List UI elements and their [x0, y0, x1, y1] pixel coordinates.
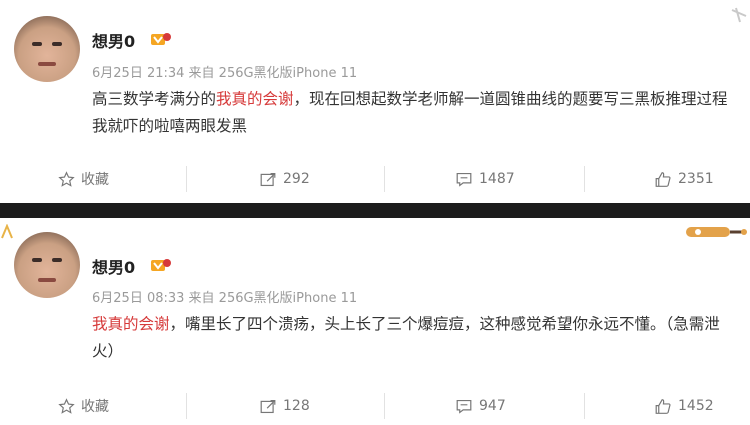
comment-button[interactable]: 947 — [455, 389, 506, 423]
divider — [584, 393, 585, 419]
avatar-mouth — [38, 62, 56, 66]
post-content: 高三数学考满分的我真的会谢，现在回想起数学老师解一道圆锥曲线的题要写三黑板推理过… — [92, 86, 742, 140]
post-content: 我真的会谢，嘴里长了四个溃疡，头上长了三个爆痘痘，这种感觉希望你永远不懂。（急需… — [92, 311, 742, 365]
comment-icon — [456, 172, 472, 187]
action-bar: 收藏 128 947 1452 — [0, 389, 750, 423]
avatar[interactable] — [14, 16, 80, 82]
username[interactable]: 想男0 — [92, 28, 135, 52]
avatar-eye-right — [52, 42, 62, 46]
action-bar: 收藏 292 1487 2351 — [0, 162, 750, 196]
post-meta: 6月25日 21:34 来自 256G黑化版iPhone 11 — [92, 66, 358, 81]
star-icon — [58, 170, 75, 187]
divider — [384, 393, 385, 419]
username[interactable]: 想男0 — [92, 254, 135, 278]
vip-badge-icon — [151, 33, 171, 45]
favorite-label: 收藏 — [81, 172, 109, 188]
content-pre: 高三数学考满分的 — [92, 90, 217, 108]
content-highlight: 我真的会谢 — [216, 90, 294, 108]
repost-count: 292 — [283, 171, 310, 187]
divider — [186, 393, 187, 419]
favorite-label: 收藏 — [81, 399, 109, 415]
comment-count: 947 — [479, 398, 506, 414]
favorite-button[interactable]: 收藏 — [58, 389, 109, 423]
star-icon — [58, 397, 75, 414]
corner-decoration-icon — [731, 7, 747, 23]
favorite-button[interactable]: 收藏 — [58, 162, 109, 196]
vip-badge-icon — [151, 259, 171, 271]
divider — [186, 166, 187, 192]
content-post: ，嘴里长了四个溃疡，头上长了三个爆痘痘，这种感觉希望你永远不懂。（急需泄火） — [92, 315, 720, 360]
post-separator — [0, 203, 750, 218]
avatar-eye-left — [32, 42, 42, 46]
like-button[interactable]: 2351 — [654, 162, 714, 196]
repost-icon — [260, 172, 276, 186]
divider — [584, 166, 585, 192]
comment-button[interactable]: 1487 — [455, 162, 515, 196]
content-highlight: 我真的会谢 — [92, 315, 170, 333]
weibo-post-1: 想男0 6月25日 21:34 来自 256G黑化版iPhone 11 高三数学… — [0, 0, 750, 203]
post-meta: 6月25日 08:33 来自 256G黑化版iPhone 11 — [92, 291, 358, 306]
like-count: 2351 — [678, 171, 714, 187]
repost-icon — [260, 399, 276, 413]
comment-count: 1487 — [479, 171, 515, 187]
thumbs-up-icon — [655, 171, 671, 187]
thumbs-up-icon — [655, 398, 671, 414]
comment-icon — [456, 399, 472, 414]
repost-button[interactable]: 128 — [259, 389, 310, 423]
repost-count: 128 — [283, 398, 310, 414]
divider — [384, 166, 385, 192]
like-button[interactable]: 1452 — [654, 389, 714, 423]
like-count: 1452 — [678, 398, 714, 414]
repost-button[interactable]: 292 — [259, 162, 310, 196]
